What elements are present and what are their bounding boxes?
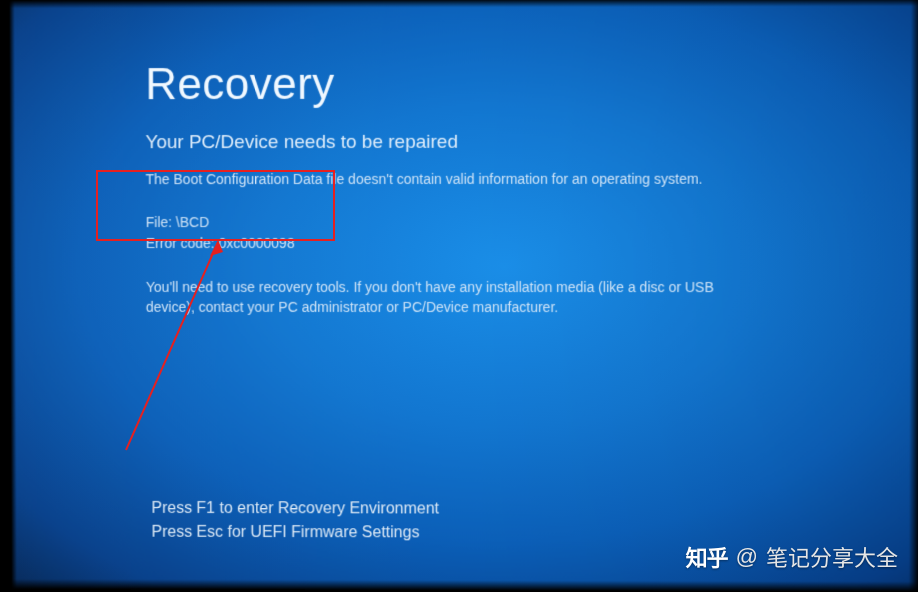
error-file-value: \BCD [176,214,209,230]
error-code-value: 0xc0000098 [219,235,295,251]
recovery-content: Recovery Your PC/Device needs to be repa… [145,59,860,318]
recovery-instructions: You'll need to use recovery tools. If yo… [146,277,726,318]
zhihu-logo: 知乎 [686,541,728,573]
action-f1: Press F1 to enter Recovery Environment [151,497,439,521]
error-details: File: \BCD Error code: 0xc0000098 [146,211,860,255]
recovery-screen: Recovery Your PC/Device needs to be repa… [1,0,918,592]
photo-edge-top [1,0,918,8]
photo-edge-right [909,0,918,592]
error-file-line: File: \BCD [146,211,860,233]
watermark: 知乎 @ 笔记分享大全 [686,541,898,573]
photo-edge-bottom [3,579,918,592]
watermark-username: 笔记分享大全 [766,541,898,573]
recovery-title: Recovery [145,59,860,110]
recovery-subtitle: Your PC/Device needs to be repaired [145,131,859,154]
recovery-actions: Press F1 to enter Recovery Environment P… [151,497,439,545]
photo-edge-left [1,0,17,589]
recovery-description: The Boot Configuration Data file doesn't… [146,170,860,190]
error-file-label: File: [146,214,176,230]
watermark-at: @ [736,544,758,570]
error-code-label: Error code: [146,235,219,251]
action-esc: Press Esc for UEFI Firmware Settings [151,521,439,546]
error-code-line: Error code: 0xc0000098 [146,233,860,255]
